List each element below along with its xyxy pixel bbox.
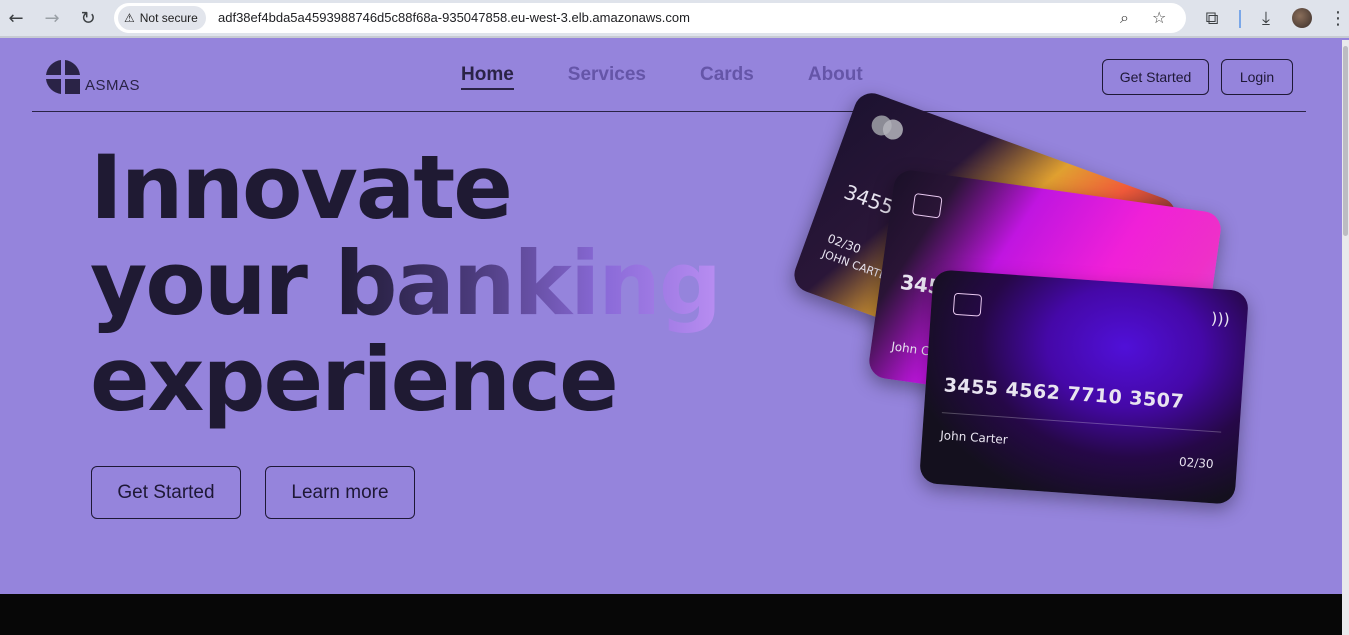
scrollbar-thumb[interactable] <box>1343 46 1348 236</box>
card-chip-icon <box>911 192 943 219</box>
browser-toolbar: ← → ↻ ⚠ Not secure adf38ef4bda5a45939887… <box>0 0 1349 38</box>
more-menu-icon[interactable]: ⋮ <box>1326 6 1349 30</box>
reload-icon[interactable]: ↻ <box>76 6 100 30</box>
contactless-icon: ))) <box>1210 308 1231 329</box>
hero-line-2-plain: your <box>90 232 335 335</box>
bookmark-star-icon[interactable]: ☆ <box>1152 8 1166 27</box>
toolbar-separator <box>1239 10 1241 28</box>
hero-headline: Innovate your banking experience <box>90 136 722 431</box>
profile-avatar[interactable] <box>1292 8 1312 28</box>
page-scrollbar[interactable] <box>1342 40 1349 635</box>
card-chip-icon <box>952 292 983 317</box>
hero-gradient-word: banking <box>334 232 722 335</box>
learn-more-button[interactable]: Learn more <box>265 466 415 519</box>
brand-name: ASMAS <box>85 77 141 94</box>
nav-cards[interactable]: Cards <box>700 64 754 90</box>
header-divider <box>32 111 1306 112</box>
security-label: Not secure <box>139 11 198 25</box>
brand-logo[interactable]: ASMAS <box>44 58 140 96</box>
card-front-expiry: 02/30 <box>1178 454 1215 472</box>
card-front-name: John Carter <box>939 428 1009 447</box>
extensions-icon[interactable]: ⧉ <box>1200 6 1224 30</box>
login-button[interactable]: Login <box>1221 59 1293 95</box>
main-navigation: Home Services Cards About <box>461 64 863 90</box>
landing-page: ASMAS Home Services Cards About Get Star… <box>0 40 1342 594</box>
dark-section <box>0 594 1342 635</box>
card-divider-line <box>941 412 1222 433</box>
hero-line-3: experience <box>90 328 619 431</box>
forward-arrow-icon[interactable]: → <box>40 6 64 30</box>
url-text[interactable]: adf38ef4bda5a4593988746d5c88f68a-9350478… <box>218 10 690 25</box>
header-get-started-button[interactable]: Get Started <box>1102 59 1209 95</box>
hero-get-started-button[interactable]: Get Started <box>91 466 241 519</box>
back-arrow-icon[interactable]: ← <box>4 6 28 30</box>
card-front-number: 3455 4562 7710 3507 <box>943 374 1185 413</box>
hero-line-2: your banking <box>90 236 722 332</box>
download-icon[interactable]: ⤓ <box>1254 6 1278 30</box>
security-chip[interactable]: ⚠ Not secure <box>118 6 206 30</box>
nav-about[interactable]: About <box>808 64 863 90</box>
nav-services[interactable]: Services <box>568 64 646 90</box>
warning-icon: ⚠ <box>124 11 135 25</box>
zoom-icon[interactable]: ⌕ <box>1120 8 1129 28</box>
hero-line-1: Innovate <box>90 136 513 239</box>
card-back-number: 3455 <box>840 179 898 220</box>
quartered-circle-logo-icon <box>46 60 80 94</box>
credit-card-front: ))) 3455 4562 7710 3507 John Carter 02/3… <box>918 269 1250 505</box>
address-bar[interactable]: ⚠ Not secure adf38ef4bda5a4593988746d5c8… <box>114 3 1186 33</box>
nav-home[interactable]: Home <box>461 64 514 90</box>
